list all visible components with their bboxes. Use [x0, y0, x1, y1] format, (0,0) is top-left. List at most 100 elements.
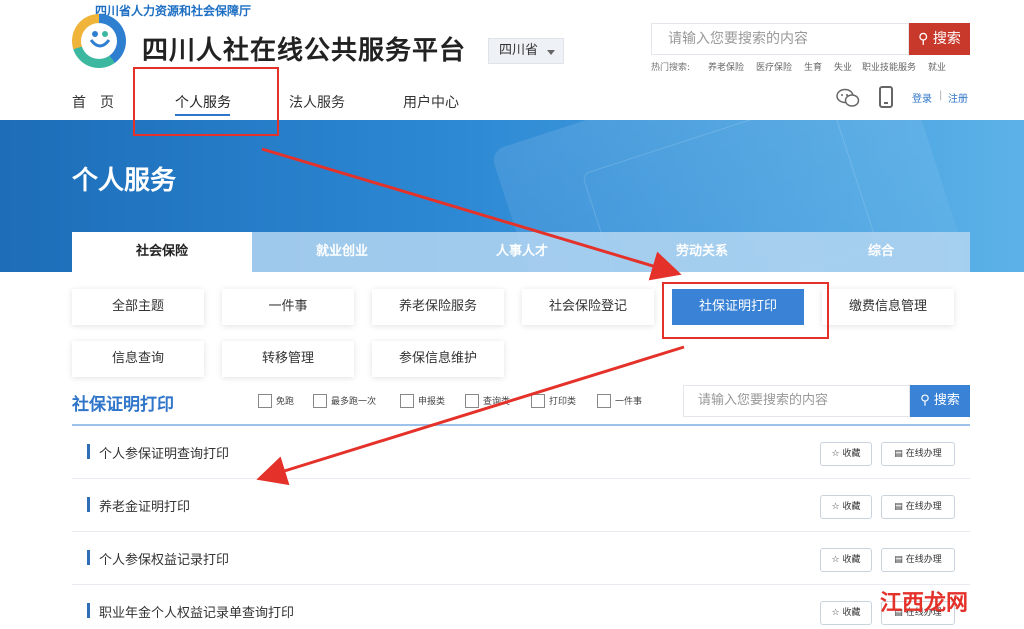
list-item-title[interactable]: 养老金证明打印: [99, 496, 190, 515]
search-icon: ⚲: [920, 393, 930, 408]
topic-button[interactable]: 社会保险登记: [522, 289, 654, 325]
region-select[interactable]: 四川省: [488, 38, 564, 64]
section-search-button[interactable]: ⚲ 搜索: [910, 385, 970, 417]
online-handle-label: 在线办理: [905, 449, 942, 459]
star-icon: ☆: [831, 449, 840, 459]
filter-checkbox[interactable]: 打印类: [531, 394, 576, 410]
nav-home[interactable]: 首 页: [72, 92, 114, 112]
list-item[interactable]: 个人参保权益记录打印 ☆ 收藏 ▤ 在线办理: [72, 532, 970, 585]
region-value: 四川省: [499, 43, 539, 58]
section-title: 社保证明打印: [72, 395, 174, 415]
topic-button[interactable]: 参保信息维护: [372, 341, 504, 377]
filter-checkbox[interactable]: 申报类: [400, 394, 445, 410]
mobile-icon[interactable]: [879, 86, 893, 108]
section-search-input[interactable]: 请输入您要搜索的内容: [683, 385, 910, 417]
list-marker: [87, 497, 90, 512]
star-icon: ☆: [831, 555, 840, 565]
logo-mark: [86, 26, 114, 54]
favorite-button[interactable]: ☆ 收藏: [820, 442, 872, 466]
hot-search-item[interactable]: 养老保险: [708, 60, 744, 73]
login-link[interactable]: 登录: [912, 90, 932, 105]
filter-checkbox[interactable]: 最多跑一次: [313, 394, 376, 410]
hot-search-item[interactable]: 生育: [804, 60, 822, 73]
checkbox-icon: [465, 394, 479, 408]
list-marker: [87, 550, 90, 565]
topic-button[interactable]: 养老保险服务: [372, 289, 504, 325]
topic-button[interactable]: 转移管理: [222, 341, 354, 377]
favorite-label: 收藏: [842, 449, 861, 459]
wechat-icon[interactable]: [836, 88, 860, 108]
tab-personnel[interactable]: 人事人才: [432, 232, 612, 272]
topic-button[interactable]: 信息查询: [72, 341, 204, 377]
hot-search-item[interactable]: 失业: [834, 60, 852, 73]
checkbox-icon: [313, 394, 327, 408]
topic-button[interactable]: 缴费信息管理: [822, 289, 954, 325]
org-name: 四川省人力资源和社会保障厅: [95, 4, 252, 18]
nav-user-center[interactable]: 用户中心: [403, 92, 459, 112]
list-item-title[interactable]: 个人参保权益记录打印: [99, 549, 229, 568]
favorite-label: 收藏: [842, 502, 861, 512]
logo-person-icon: [89, 31, 111, 48]
topic-button[interactable]: 全部主题: [72, 289, 204, 325]
tab-employment[interactable]: 就业创业: [252, 232, 432, 272]
filter-checkbox[interactable]: 查询类: [465, 394, 510, 410]
star-icon: ☆: [831, 502, 840, 512]
list-marker: [87, 603, 90, 618]
filter-checkbox[interactable]: 一件事: [597, 394, 642, 410]
online-handle-label: 在线办理: [905, 502, 942, 512]
favorite-label: 收藏: [842, 608, 861, 618]
list-item-title[interactable]: 职业年金个人权益记录单查询打印: [99, 602, 294, 621]
favorite-button[interactable]: ☆ 收藏: [820, 495, 872, 519]
checkbox-icon: [531, 394, 545, 408]
favorite-button[interactable]: ☆ 收藏: [820, 548, 872, 572]
filter-label: 打印类: [549, 397, 577, 407]
annotation-highlight-box: [662, 282, 829, 339]
filter-label: 查询类: [483, 397, 511, 407]
list-item[interactable]: 个人参保证明查询打印 ☆ 收藏 ▤ 在线办理: [72, 426, 970, 479]
watermark-logo: 江西龙网: [880, 590, 969, 616]
hot-search-item[interactable]: 职业技能服务: [862, 60, 916, 73]
online-handle-button[interactable]: ▤ 在线办理: [881, 548, 955, 572]
star-icon: ☆: [831, 608, 840, 618]
search-input[interactable]: 请输入您要搜索的内容: [651, 23, 909, 55]
annotation-highlight-box: [133, 67, 279, 136]
caret-down-icon: [547, 50, 555, 55]
checkbox-icon: [258, 394, 272, 408]
hot-search-item[interactable]: 医疗保险: [756, 60, 792, 73]
document-icon: ▤: [894, 449, 903, 459]
section-search-label: 搜索: [933, 393, 960, 408]
search-button-label: 搜索: [932, 31, 961, 47]
filter-label: 一件事: [615, 397, 643, 407]
banner-title: 个人服务: [72, 166, 177, 196]
filter-label: 免跑: [276, 397, 295, 407]
site-title: 四川人社在线公共服务平台: [142, 36, 467, 66]
filter-label: 申报类: [418, 397, 446, 407]
filter-label: 最多跑一次: [331, 397, 377, 407]
online-handle-button[interactable]: ▤ 在线办理: [881, 495, 955, 519]
register-link[interactable]: 注册: [948, 90, 968, 105]
page: 四川省人力资源和社会保障厅 四川人社在线公共服务平台 四川省 请输入您要搜索的内…: [0, 0, 1024, 629]
checkbox-icon: [597, 394, 611, 408]
list-marker: [87, 444, 90, 459]
list-item[interactable]: 职业年金个人权益记录单查询打印 ☆ 收藏 ▤ 在线办理: [72, 585, 970, 629]
checkbox-icon: [400, 394, 414, 408]
search-icon: ⚲: [918, 31, 929, 47]
filter-checkbox[interactable]: 免跑: [258, 394, 294, 410]
auth-separator: |: [939, 90, 943, 101]
search-button[interactable]: ⚲ 搜索: [909, 23, 970, 55]
online-handle-button[interactable]: ▤ 在线办理: [881, 442, 955, 466]
topic-button[interactable]: 一件事: [222, 289, 354, 325]
online-handle-label: 在线办理: [905, 555, 942, 565]
favorite-button[interactable]: ☆ 收藏: [820, 601, 872, 625]
list-item-title[interactable]: 个人参保证明查询打印: [99, 443, 229, 462]
tab-labor-relations[interactable]: 劳动关系: [612, 232, 792, 272]
favorite-label: 收藏: [842, 555, 861, 565]
list-item[interactable]: 养老金证明打印 ☆ 收藏 ▤ 在线办理: [72, 479, 970, 532]
tab-social-insurance[interactable]: 社会保险: [72, 232, 252, 272]
tab-general[interactable]: 综合: [792, 232, 970, 272]
document-icon: ▤: [894, 502, 903, 512]
hot-search-label: 热门搜索:: [651, 63, 691, 73]
nav-corporate-services[interactable]: 法人服务: [289, 92, 345, 112]
hot-search-item[interactable]: 就业: [928, 60, 946, 73]
document-icon: ▤: [894, 555, 903, 565]
